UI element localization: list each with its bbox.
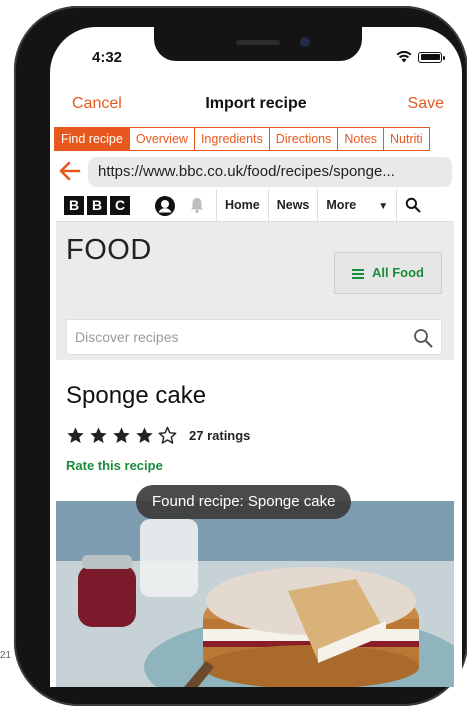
- food-header: FOOD All Food Discover recipes: [56, 222, 454, 360]
- status-time: 4:32: [92, 49, 123, 66]
- notch: [154, 27, 362, 61]
- search-icon: [405, 197, 421, 213]
- bell-icon[interactable]: [188, 196, 206, 214]
- star-filled-icon: [136, 427, 153, 444]
- search-placeholder: Discover recipes: [75, 329, 179, 345]
- wifi-icon: [396, 51, 412, 63]
- bbc-nav-more[interactable]: More ▼: [317, 189, 396, 221]
- bbc-nav-home[interactable]: Home: [216, 189, 268, 221]
- url-bar[interactable]: https://www.bbc.co.uk/food/recipes/spong…: [88, 157, 452, 187]
- phone-frame: 4:32 Cancel Import recipe Save Find reci…: [14, 6, 467, 706]
- bbc-search-button[interactable]: [396, 189, 445, 221]
- bbc-logo[interactable]: B B C: [64, 196, 130, 215]
- bbc-nav-more-label: More: [326, 198, 357, 212]
- tab-bar: Find recipe Overview Ingredients Directi…: [54, 127, 430, 151]
- menu-icon: [352, 268, 364, 279]
- phone-screen: 4:32 Cancel Import recipe Save Find reci…: [50, 27, 462, 687]
- star-filled-icon: [67, 427, 84, 444]
- all-food-label: All Food: [372, 265, 424, 280]
- tab-find-recipe[interactable]: Find recipe: [54, 127, 130, 151]
- toast-message: Found recipe: Sponge cake: [136, 485, 352, 519]
- bbc-logo-letter: B: [64, 196, 84, 215]
- rating-stars: 27 ratings: [66, 426, 250, 445]
- food-title[interactable]: FOOD: [66, 234, 152, 267]
- bbc-nav-news[interactable]: News: [267, 189, 318, 221]
- tab-ingredients[interactable]: Ingredients: [194, 127, 270, 151]
- battery-icon: [418, 51, 445, 63]
- sponge-cake-image: [56, 501, 454, 687]
- star-empty-icon: [158, 426, 177, 444]
- search-icon[interactable]: [413, 328, 433, 348]
- bbc-header: B B C Home News More ▼: [56, 189, 454, 222]
- status-icons: [396, 51, 445, 63]
- web-content: B B C Home News More ▼ FOOD All Food Dis…: [56, 189, 454, 687]
- back-arrow-icon[interactable]: [58, 159, 82, 183]
- tab-overview[interactable]: Overview: [129, 127, 195, 151]
- star-filled-icon: [90, 427, 107, 444]
- page-title: Import recipe: [205, 95, 307, 112]
- bbc-nav: Home News More ▼: [216, 189, 445, 221]
- star-filled-icon: [113, 427, 130, 444]
- recipe-search-input[interactable]: Discover recipes: [66, 319, 442, 355]
- camera: [300, 37, 310, 47]
- bbc-logo-letter: C: [110, 196, 130, 215]
- all-food-button[interactable]: All Food: [334, 252, 442, 294]
- tab-notes[interactable]: Notes: [338, 127, 385, 151]
- recipe-title: Sponge cake: [66, 382, 207, 409]
- save-button[interactable]: Save: [408, 95, 444, 113]
- account-icon[interactable]: [154, 195, 176, 217]
- nav-bar: Cancel Import recipe Save: [50, 89, 462, 121]
- speaker: [236, 40, 280, 45]
- bbc-logo-letter: B: [87, 196, 107, 215]
- ratings-count: 27 ratings: [189, 428, 251, 443]
- recipe-photo: [56, 501, 454, 687]
- rate-recipe-link[interactable]: Rate this recipe: [66, 458, 163, 473]
- chevron-down-icon: ▼: [378, 201, 389, 212]
- tab-directions[interactable]: Directions: [269, 127, 339, 151]
- tab-nutrition[interactable]: Nutriti: [384, 127, 430, 151]
- corner-label: 21: [0, 650, 12, 661]
